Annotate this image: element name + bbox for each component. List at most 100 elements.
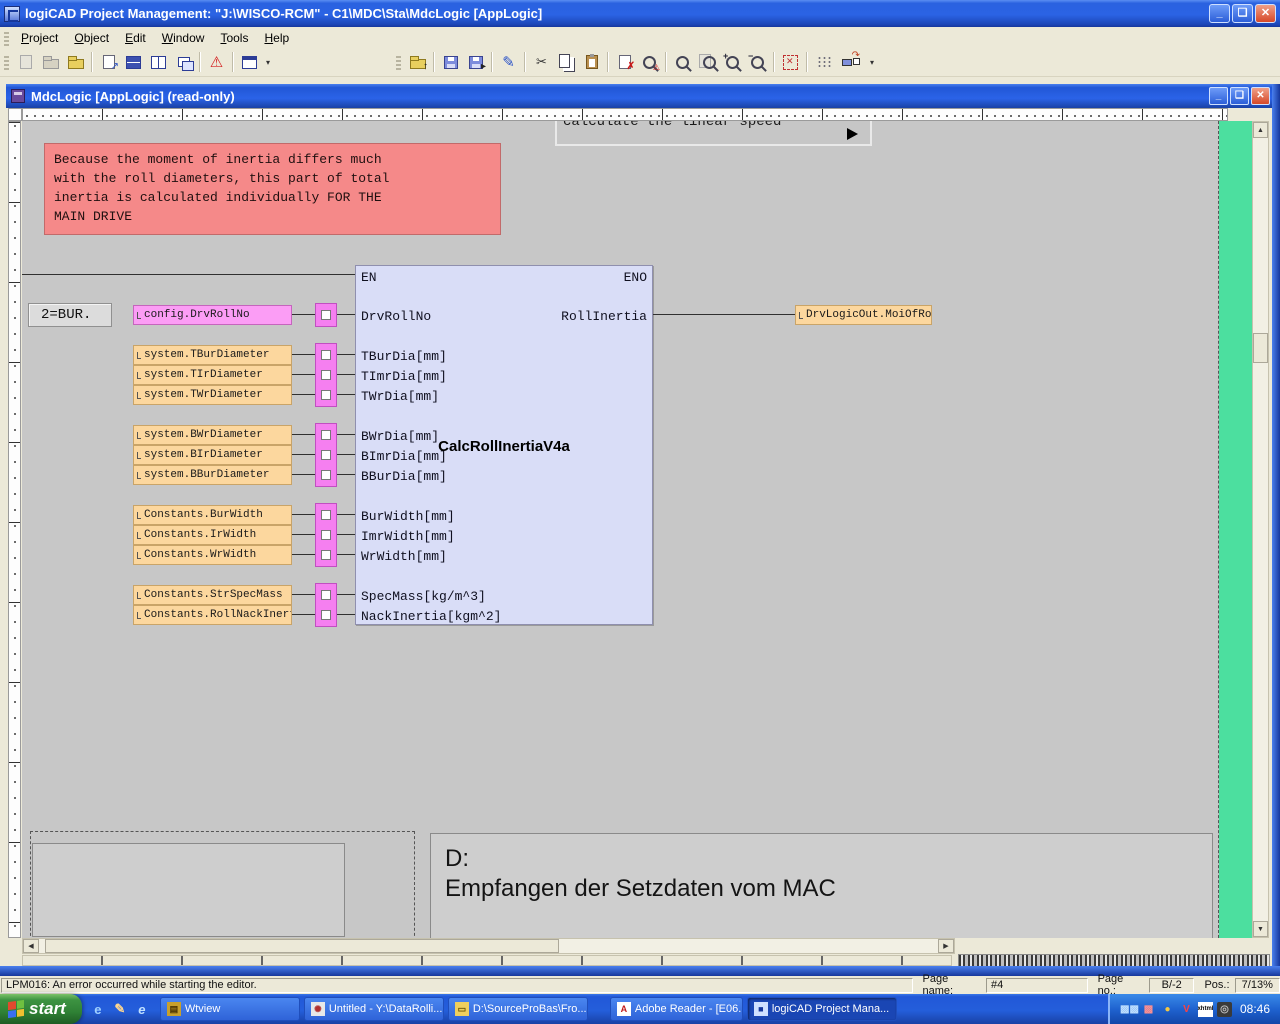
toolbar-dropdown[interactable]: ▾ — [866, 50, 878, 74]
task-logicad[interactable]: ■ logiCAD Project Mana... — [747, 997, 897, 1021]
var-config-drvrollno[interactable]: config.DrvRollNo — [133, 305, 292, 325]
wire — [292, 514, 315, 515]
var-roll-nackinertia[interactable]: Constants.RollNackInertia — [133, 605, 292, 625]
var-str-specmass[interactable]: Constants.StrSpecMass — [133, 585, 292, 605]
quick-launch-ie-icon[interactable]: e — [90, 1001, 106, 1017]
function-block[interactable]: EN ENO DrvRollNo TBurDia[mm] TImrDia[mm]… — [355, 265, 653, 625]
copy-icon[interactable] — [554, 50, 579, 74]
diagram-canvas[interactable]: calculate the linear speed Because the m… — [22, 121, 1252, 938]
warning-icon[interactable]: ⚠ — [204, 50, 229, 74]
pos-label: Pos.: — [1194, 979, 1234, 991]
tile-horizontal-icon[interactable] — [121, 50, 146, 74]
status-bar: LPM016: An error occurred while starting… — [0, 976, 1280, 994]
parent-folder-icon[interactable]: ↑ — [405, 50, 430, 74]
pin-input: TImrDia[mm] — [361, 369, 447, 384]
var-tbur-diameter[interactable]: system.TBurDiameter — [133, 345, 292, 365]
quick-launch-pen-icon[interactable]: ✎ — [112, 1001, 128, 1017]
menu-window[interactable]: Window — [154, 28, 213, 48]
maximize-button[interactable]: ❏ — [1232, 4, 1253, 23]
open-document-icon[interactable] — [38, 50, 63, 74]
zoom-page-icon[interactable] — [695, 50, 720, 74]
var-bwr-diameter[interactable]: system.BWrDiameter — [133, 425, 292, 445]
var-output-moiofrolls[interactable]: DrvLogicOut.MoiOfRolls — [795, 305, 932, 325]
child-titlebar: MdcLogic [AppLogic] (read-only) _ ❏ ✕ — [6, 84, 1274, 108]
zoom-in-icon[interactable]: + — [720, 50, 745, 74]
cut-icon[interactable]: ✂ — [529, 50, 554, 74]
save-all-icon[interactable]: ▸ — [463, 50, 488, 74]
network-icon[interactable]: ▩▩ — [1122, 1002, 1137, 1017]
window-title: logiCAD Project Management: "J:\WISCO-RC… — [25, 6, 542, 21]
var-bur-width[interactable]: Constants.BurWidth — [133, 505, 292, 525]
bur-label[interactable]: 2=BUR. — [28, 303, 112, 327]
window-arrange-dropdown[interactable]: ▾ — [262, 50, 274, 74]
save-icon[interactable] — [438, 50, 463, 74]
zoom-icon[interactable] — [670, 50, 695, 74]
edit-object-icon[interactable]: ✎ — [496, 50, 521, 74]
linear-speed-comment[interactable]: calculate the linear speed — [555, 121, 872, 146]
task-untitled[interactable]: ✺ Untitled - Y:\DataRolli... — [304, 997, 444, 1021]
cascade-windows-icon[interactable] — [171, 50, 196, 74]
empty-comment-frame[interactable] — [32, 843, 345, 937]
connector-pad — [321, 450, 331, 460]
task-explorer-folder[interactable]: ▭ D:\SourceProBas\Fro... — [448, 997, 588, 1021]
menu-tools[interactable]: Tools — [212, 28, 256, 48]
task-adobe-reader[interactable]: A Adobe Reader - [E06... — [610, 997, 743, 1021]
zoom-out-icon[interactable]: − — [745, 50, 770, 74]
close-button[interactable]: ✕ — [1255, 4, 1276, 23]
menu-object[interactable]: Object — [66, 28, 117, 48]
check-errors-icon[interactable]: ⚠ — [637, 50, 662, 74]
toolbar-grip-1 — [4, 54, 9, 70]
disconnect-icon[interactable]: ▩ — [1141, 1002, 1156, 1017]
horizontal-scrollbar[interactable]: ◀ ▶ — [22, 938, 955, 954]
child-restore-button[interactable]: ❏ — [1230, 87, 1249, 105]
child-close-button[interactable]: ✕ — [1251, 87, 1270, 105]
task-label: D:\SourceProBas\Fro... — [473, 1003, 587, 1015]
open-project-icon[interactable] — [63, 50, 88, 74]
scroll-down-button[interactable]: ▼ — [1253, 921, 1268, 937]
window-arrange-icon[interactable] — [237, 50, 262, 74]
menu-project[interactable]: Project — [13, 28, 66, 48]
new-document-icon[interactable] — [13, 50, 38, 74]
scroll-right-button[interactable]: ▶ — [938, 939, 954, 953]
task-wtview[interactable]: ▤ Wtview — [160, 997, 300, 1021]
connect-icon[interactable]: ↷ — [836, 50, 866, 74]
minimize-button[interactable]: _ — [1209, 4, 1230, 23]
var-bbur-diameter[interactable]: system.BBurDiameter — [133, 465, 292, 485]
connector-pad — [321, 350, 331, 360]
delete-object-icon[interactable]: ✗ — [612, 50, 637, 74]
xhtml-icon[interactable]: xhtml — [1198, 1002, 1213, 1017]
zoom-selection-icon[interactable] — [778, 50, 803, 74]
taskbar: start e ✎ e ▤ Wtview ✺ Untitled - Y:\Dat… — [0, 994, 1280, 1024]
horizontal-scroll-thumb[interactable] — [45, 939, 559, 953]
scroll-left-button[interactable]: ◀ — [23, 939, 39, 953]
var-ir-width[interactable]: Constants.IrWidth — [133, 525, 292, 545]
vertical-scroll-thumb[interactable] — [1253, 333, 1268, 363]
start-button[interactable]: start — [0, 994, 82, 1024]
wire — [292, 314, 315, 315]
antivirus-icon[interactable]: V — [1179, 1002, 1194, 1017]
connector-pad — [321, 510, 331, 520]
scroll-up-button[interactable]: ▲ — [1253, 122, 1268, 138]
menu-help[interactable]: Help — [256, 28, 297, 48]
var-twr-diameter[interactable]: system.TWrDiameter — [133, 385, 292, 405]
volume-icon[interactable]: ● — [1160, 1002, 1175, 1017]
tile-vertical-icon[interactable] — [146, 50, 171, 74]
object-properties-icon[interactable]: ↗ — [96, 50, 121, 74]
inertia-note[interactable]: Because the moment of inertia differs mu… — [44, 143, 501, 235]
wire — [292, 374, 315, 375]
child-minimize-button[interactable]: _ — [1209, 87, 1228, 105]
menu-edit[interactable]: Edit — [117, 28, 154, 48]
display-icon[interactable]: ◎ — [1217, 1002, 1232, 1017]
pin-input: WrWidth[mm] — [361, 549, 447, 564]
setzdaten-comment[interactable]: D: Empfangen der Setzdaten vom MAC — [430, 833, 1213, 938]
vertical-scrollbar[interactable]: ▲ ▼ — [1252, 121, 1269, 938]
grid-icon[interactable] — [811, 50, 836, 74]
var-wr-width[interactable]: Constants.WrWidth — [133, 545, 292, 565]
wire — [337, 514, 355, 515]
paste-icon[interactable] — [579, 50, 604, 74]
wire — [292, 394, 315, 395]
wire — [292, 554, 315, 555]
var-tir-diameter[interactable]: system.TIrDiameter — [133, 365, 292, 385]
var-bir-diameter[interactable]: system.BIrDiameter — [133, 445, 292, 465]
quick-launch-explorer-icon[interactable]: e — [134, 1001, 150, 1017]
